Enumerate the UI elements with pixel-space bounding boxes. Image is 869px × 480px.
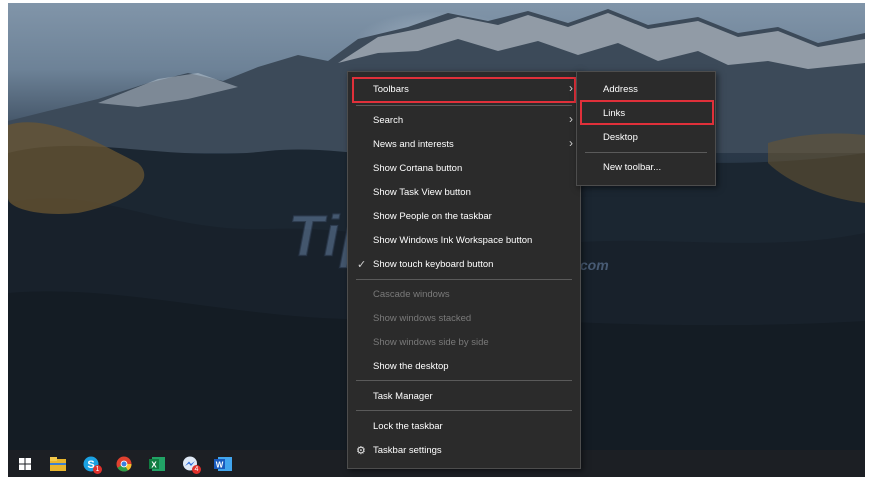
menu-item-label: Search	[373, 114, 404, 126]
menu-item-label: Show windows side by side	[373, 336, 489, 348]
menu-item-label: Show Task View button	[373, 186, 471, 198]
menu-item-label: Show touch keyboard button	[373, 258, 494, 270]
menu-item-label: Show Windows Ink Workspace button	[373, 234, 533, 246]
messenger-badge: 4	[192, 464, 201, 474]
menu-item-label: Show the desktop	[373, 360, 449, 372]
menu-item-label: Task Manager	[373, 390, 433, 402]
menu-item-show-task-view-button[interactable]: Show Task View button	[348, 180, 580, 204]
messenger-icon[interactable]: 4	[179, 453, 201, 475]
menu-separator	[356, 410, 572, 411]
menu-item-label: Show windows stacked	[373, 312, 472, 324]
menu-item-show-windows-side-by-side: Show windows side by side	[348, 330, 580, 354]
menu-item-task-manager[interactable]: Task Manager	[348, 384, 580, 408]
file-explorer-icon[interactable]	[47, 453, 69, 475]
checkmark-icon: ✓	[357, 258, 367, 271]
menu-item-show-people[interactable]: Show People on the taskbar	[348, 204, 580, 228]
word-icon[interactable]: W	[212, 453, 234, 475]
excel-icon[interactable]: X	[146, 453, 168, 475]
menu-item-label: Cascade windows	[373, 288, 450, 300]
menu-item-lock-the-taskbar[interactable]: Lock the taskbar	[348, 414, 580, 438]
menu-item-label: Show People on the taskbar	[373, 210, 492, 222]
menu-separator	[356, 380, 572, 381]
menu-item-label: Show Cortana button	[373, 162, 463, 174]
menu-separator	[356, 105, 572, 106]
chevron-right-icon: ›	[569, 136, 573, 150]
submenu-item-address[interactable]: Address	[577, 78, 715, 100]
menu-item-show-the-desktop[interactable]: Show the desktop	[348, 354, 580, 378]
menu-item-cascade-windows: Cascade windows	[348, 282, 580, 306]
submenu-item-label: Desktop	[603, 131, 638, 143]
menu-item-news-and-interests[interactable]: News and interests ›	[348, 132, 580, 156]
menu-separator	[356, 279, 572, 280]
menu-item-show-windows-stacked: Show windows stacked	[348, 306, 580, 330]
start-icon[interactable]	[14, 453, 36, 475]
skype-icon[interactable]: S 1	[80, 453, 102, 475]
links-highlight-box	[580, 100, 714, 125]
menu-item-search[interactable]: Search ›	[348, 108, 580, 132]
chrome-icon[interactable]	[113, 453, 135, 475]
menu-item-label: News and interests	[373, 138, 454, 150]
menu-item-label: Taskbar settings	[373, 444, 442, 456]
menu-item-show-touch-keyboard[interactable]: ✓ Show touch keyboard button	[348, 252, 580, 276]
toolbars-submenu: Address Links Desktop New toolbar...	[576, 71, 716, 186]
submenu-item-label: Address	[603, 83, 638, 95]
menu-item-show-cortana-button[interactable]: Show Cortana button	[348, 156, 580, 180]
menu-item-taskbar-settings[interactable]: ⚙ Taskbar settings	[348, 438, 580, 462]
menu-item-label: Lock the taskbar	[373, 420, 443, 432]
taskbar-context-menu: Toolbars › Search › News and interests ›…	[347, 71, 581, 469]
svg-text:W: W	[216, 460, 224, 469]
submenu-item-label: New toolbar...	[603, 161, 662, 173]
toolbars-highlight-box	[352, 77, 576, 103]
menu-separator	[585, 152, 707, 153]
skype-badge: 1	[93, 464, 102, 474]
menu-item-show-ink-workspace[interactable]: Show Windows Ink Workspace button	[348, 228, 580, 252]
submenu-item-new-toolbar[interactable]: New toolbar...	[577, 156, 715, 178]
svg-text:X: X	[151, 460, 157, 469]
submenu-item-desktop[interactable]: Desktop	[577, 126, 715, 148]
chevron-right-icon: ›	[569, 112, 573, 126]
gear-icon: ⚙	[356, 444, 366, 457]
